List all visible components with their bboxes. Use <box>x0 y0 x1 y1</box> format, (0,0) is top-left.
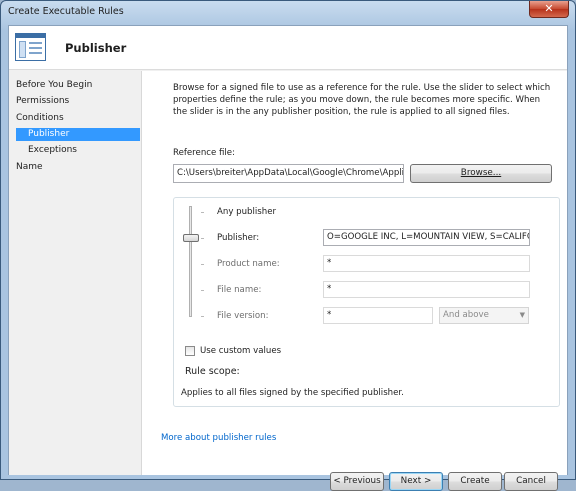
slider-tick <box>201 316 204 317</box>
specificity-slider-track[interactable] <box>189 206 192 317</box>
rule-scope-title: Rule scope: <box>185 366 240 377</box>
title-bar[interactable]: Create Executable Rules ✕ <box>1 1 575 25</box>
file-version-label: File version: <box>217 311 269 321</box>
sidebar-item-name[interactable]: Name <box>16 161 43 174</box>
sidebar-item-permissions[interactable]: Permissions <box>16 95 69 108</box>
publisher-label: Publisher: <box>217 233 260 243</box>
main-content: Browse for a signed file to use as a ref… <box>141 71 567 491</box>
sidebar-item-publisher[interactable]: Publisher <box>16 128 140 141</box>
reference-file-input[interactable]: C:\Users\breiter\AppData\Local\Google\Ch… <box>173 164 404 183</box>
file-version-field[interactable]: * <box>323 307 433 324</box>
next-button[interactable]: Next > <box>389 472 443 491</box>
rules-window-icon <box>15 33 46 61</box>
sidebar-item-conditions[interactable]: Conditions <box>16 112 64 125</box>
cancel-button[interactable]: Cancel <box>504 472 558 491</box>
previous-button[interactable]: < Previous <box>330 472 384 491</box>
rule-scope-text: Applies to all files signed by the speci… <box>181 388 404 398</box>
version-operator-select[interactable]: And above ▼ <box>439 307 529 324</box>
rule-properties-group: Any publisher Publisher: O=GOOGLE INC, L… <box>173 197 560 407</box>
slider-tick <box>201 264 204 265</box>
close-button[interactable]: ✕ <box>529 1 569 18</box>
file-name-field[interactable]: * <box>323 281 530 298</box>
version-operator-value: And above <box>443 310 489 320</box>
slider-tick <box>201 238 204 239</box>
custom-values-label[interactable]: Use custom values <box>200 346 281 356</box>
browse-label: Browse... <box>460 168 502 178</box>
description-text: Browse for a signed file to use as a ref… <box>173 83 551 117</box>
specificity-slider-thumb[interactable] <box>183 234 199 242</box>
sidebar-item-exceptions[interactable]: Exceptions <box>28 144 77 157</box>
more-about-publisher-rules-link[interactable]: More about publisher rules <box>161 433 276 443</box>
slider-tick <box>201 212 204 213</box>
any-publisher-label: Any publisher <box>217 207 277 217</box>
product-name-label: Product name: <box>217 259 280 269</box>
slider-tick <box>201 290 204 291</box>
create-button[interactable]: Create <box>448 472 502 491</box>
publisher-field[interactable]: O=GOOGLE INC, L=MOUNTAIN VIEW, S=CALIFOR <box>323 229 530 246</box>
reference-file-label: Reference file: <box>173 148 235 158</box>
product-name-field[interactable]: * <box>323 255 530 272</box>
custom-values-checkbox[interactable] <box>185 346 195 356</box>
dialog-window: Create Executable Rules ✕ Publisher Befo… <box>0 0 576 491</box>
browse-button[interactable]: Browse... <box>410 164 552 183</box>
page-title: Publisher <box>65 41 127 55</box>
chevron-down-icon: ▼ <box>519 311 525 319</box>
sidebar-item-before-you-begin[interactable]: Before You Begin <box>16 79 92 92</box>
sidebar: Before You Begin Permissions Conditions … <box>9 71 141 475</box>
header: Publisher <box>9 26 567 70</box>
file-name-label: File name: <box>217 285 262 295</box>
window-title: Create Executable Rules <box>8 6 124 17</box>
dialog-client: Publisher Before You Begin Permissions C… <box>8 25 568 491</box>
